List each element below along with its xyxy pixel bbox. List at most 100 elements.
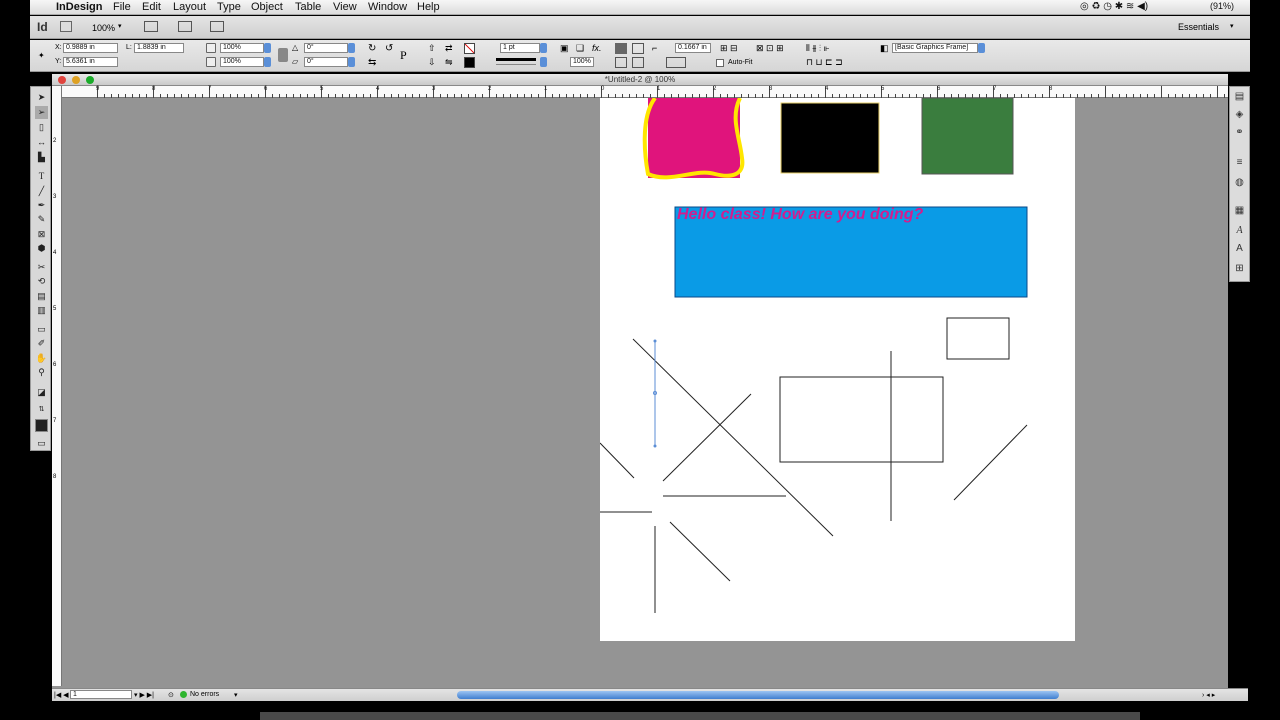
stroke-swatch[interactable]	[464, 57, 475, 68]
chevron-down-icon[interactable]	[348, 57, 355, 67]
fill-frame-icon[interactable]	[632, 57, 644, 68]
vertical-ruler[interactable]: 2 3 4 5 6 7 8	[52, 86, 62, 686]
chevron-down-icon[interactable]: ▾	[118, 22, 122, 30]
close-icon[interactable]	[58, 76, 66, 84]
free-transform-tool-icon[interactable]: ⟲	[35, 275, 48, 288]
zoom-level[interactable]: 100%	[92, 23, 115, 33]
hand-tool-icon[interactable]: ✋	[35, 352, 48, 365]
workspace-switcher[interactable]: Essentials	[1178, 22, 1219, 32]
stroke-weight-field[interactable]: 1 pt	[500, 43, 540, 53]
select-next-icon[interactable]: ⇋	[445, 57, 453, 68]
chevron-down-icon[interactable]	[540, 43, 547, 53]
gradient-swatch-tool-icon[interactable]: ▤	[35, 290, 48, 303]
direct-selection-tool-icon[interactable]: ➢	[35, 106, 48, 119]
document-page[interactable]: Hello class! How are you doing?	[600, 98, 1075, 641]
color-panel-icon[interactable]: ◍	[1233, 177, 1246, 189]
gradient-feather-tool-icon[interactable]: ▥	[35, 304, 48, 317]
horizontal-ruler[interactable]: 9 8 7 6 5 4 3 2 1 0 1 2 3 4 5 6 7 8	[62, 86, 1228, 98]
type-tool-icon[interactable]: T	[35, 170, 48, 183]
fill-stroke-icon[interactable]: ◪	[35, 386, 48, 399]
chevron-down-icon[interactable]	[978, 43, 985, 53]
zoom-icon[interactable]	[86, 76, 94, 84]
screen-mode-icon[interactable]	[178, 21, 192, 32]
arrange-documents-icon[interactable]	[210, 21, 224, 32]
page-number-field[interactable]: 1	[70, 690, 132, 699]
paragraph-styles-icon[interactable]: A	[1233, 243, 1246, 255]
content-fitting-icon[interactable]: ⊞ ⊟	[720, 43, 738, 54]
effects-icon[interactable]: ❑	[576, 43, 584, 54]
scale-y-field[interactable]: 100%	[220, 57, 264, 67]
frame-fitting-icon[interactable]: ⊠ ⊡ ⊞	[756, 43, 784, 54]
autofit-checkbox[interactable]	[716, 59, 724, 67]
menu-object[interactable]: Object	[251, 1, 283, 13]
menu-window[interactable]: Window	[368, 1, 407, 13]
content-collector-icon[interactable]: ▙	[35, 151, 48, 164]
menu-table[interactable]: Table	[295, 1, 321, 13]
drop-shadow-icon[interactable]: ▣	[560, 43, 569, 54]
object-style-dropdown[interactable]: [Basic Graphics Frame]	[892, 43, 978, 53]
rotate-ccw-icon[interactable]: ↺	[385, 43, 393, 54]
menu-type[interactable]: Type	[217, 1, 241, 13]
distribute-icons[interactable]: ⊓ ⊔ ⊏ ⊐	[806, 57, 843, 68]
character-styles-icon[interactable]: A	[1233, 225, 1246, 237]
chevron-down-icon[interactable]	[264, 57, 271, 67]
view-options-icon[interactable]	[144, 21, 158, 32]
corner-size-field[interactable]: 0.1667 in	[675, 43, 711, 53]
fill-swatch[interactable]	[464, 43, 475, 54]
swatches-panel-icon[interactable]: ▦	[1233, 205, 1246, 217]
pen-tool-icon[interactable]: ✒	[35, 199, 48, 212]
opacity-field[interactable]: 100%	[570, 57, 594, 67]
eyedropper-tool-icon[interactable]: ✐	[35, 337, 48, 350]
shear-angle-field[interactable]: 0°	[304, 57, 348, 67]
scissors-tool-icon[interactable]: ✂	[35, 261, 48, 274]
line-tool-icon[interactable]: ╱	[35, 185, 48, 198]
menu-app[interactable]: InDesign	[56, 1, 102, 13]
constrain-proportions-icon[interactable]	[278, 48, 288, 62]
menu-edit[interactable]: Edit	[142, 1, 161, 13]
align-icons[interactable]: ⫴ ⫵ ⫶ ⊩	[806, 43, 830, 54]
swap-fill-stroke-icon[interactable]: ⇅	[35, 403, 48, 416]
stroke-type-preview[interactable]	[496, 58, 536, 65]
menu-view[interactable]: View	[333, 1, 357, 13]
links-panel-icon[interactable]: ⚭	[1233, 127, 1246, 139]
menu-layout[interactable]: Layout	[173, 1, 206, 13]
layers-panel-icon[interactable]: ◈	[1233, 109, 1246, 121]
minimize-icon[interactable]	[72, 76, 80, 84]
menu-help[interactable]: Help	[417, 1, 440, 13]
scroll-arrows-icon[interactable]: › ◂ ▸	[1202, 691, 1215, 699]
text-wrap-icon[interactable]: ⊞	[1233, 263, 1246, 275]
pages-panel-icon[interactable]: ▤	[1233, 91, 1246, 103]
y-position-field[interactable]: 5.6361 in	[63, 57, 118, 67]
screen-mode-icon[interactable]: ▭	[35, 437, 48, 450]
next-page-icon[interactable]: ▾ ▶ ▶|	[134, 691, 154, 699]
note-tool-icon[interactable]: ▭	[35, 323, 48, 336]
select-container-icon[interactable]: ⇧	[428, 43, 436, 54]
first-page-icon[interactable]: |◀ ◀	[54, 691, 69, 699]
reference-point-icon[interactable]: ✦	[38, 51, 45, 60]
corner-shape-dropdown[interactable]	[666, 57, 686, 68]
chevron-down-icon[interactable]: ▾	[1230, 22, 1234, 30]
fit-frame-icon[interactable]	[615, 43, 627, 54]
selection-tool-icon[interactable]: ➤	[35, 91, 48, 104]
rotation-angle-field[interactable]: 0°	[304, 43, 348, 53]
select-content-icon[interactable]: ⇩	[428, 57, 436, 68]
rotate-cw-icon[interactable]: ↻	[368, 43, 376, 54]
width-field[interactable]: 1.8839 in	[134, 43, 184, 53]
horizontal-scrollbar[interactable]	[457, 691, 1059, 699]
polygon-tool-icon[interactable]: ⬢	[35, 242, 48, 255]
x-position-field[interactable]: 0.9889 in	[63, 43, 118, 53]
pencil-tool-icon[interactable]: ✎	[35, 213, 48, 226]
fx-icon[interactable]: fx.	[592, 43, 602, 53]
bridge-icon[interactable]	[60, 21, 72, 32]
paragraph-p-icon[interactable]: P	[400, 48, 407, 63]
formatting-affects-container-icon[interactable]	[35, 419, 48, 432]
chevron-down-icon[interactable]	[264, 43, 271, 53]
object-style-icon[interactable]: ◧	[880, 43, 889, 54]
rectangle-frame-tool-icon[interactable]: ⊠	[35, 228, 48, 241]
scale-x-field[interactable]: 100%	[220, 43, 264, 53]
chevron-down-icon[interactable]	[540, 57, 547, 67]
chevron-down-icon[interactable]	[348, 43, 355, 53]
flip-icon[interactable]: ⇆	[368, 57, 376, 68]
gap-tool-icon[interactable]: ↔	[35, 136, 48, 149]
fit-content-icon[interactable]	[632, 43, 644, 54]
